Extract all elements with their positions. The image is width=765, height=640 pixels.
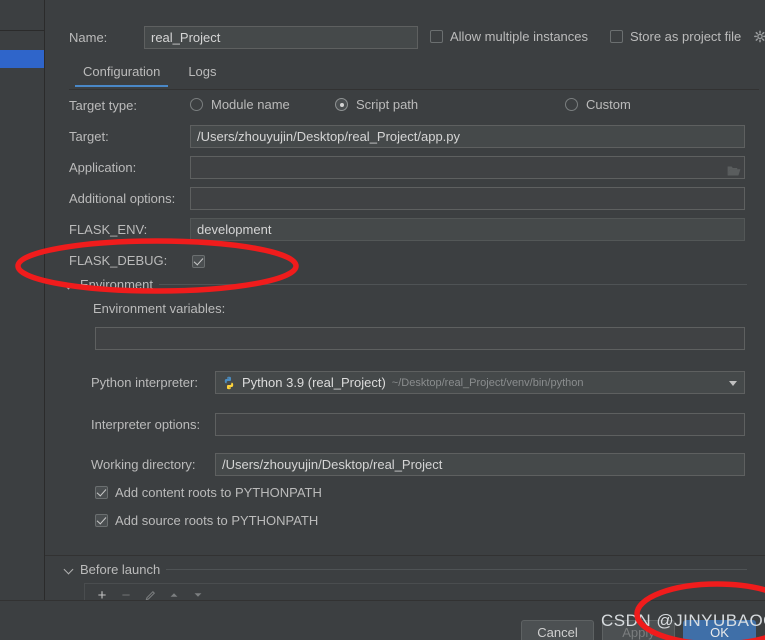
apply-button: Apply: [602, 620, 675, 640]
environment-section-title: Environment: [80, 276, 153, 292]
section-rule: [158, 283, 747, 285]
target-type-label: Target type:: [69, 98, 137, 113]
additional-options-row: Additional options:: [45, 187, 765, 211]
flask-env-row: FLASK_ENV: development: [45, 218, 765, 242]
application-row: Application:: [45, 156, 765, 180]
section-rule: [166, 568, 747, 570]
python-interpreter-label: Python interpreter:: [91, 375, 198, 390]
working-directory-row: Working directory: /Users/zhouyujin/Desk…: [45, 453, 765, 477]
store-as-project-file-label: Store as project file: [630, 29, 742, 44]
chevron-down-icon[interactable]: [65, 280, 74, 289]
radio-custom[interactable]: Custom: [565, 97, 631, 112]
python-interpreter-path-hint: ~/Desktop/real_Project/venv/bin/python: [391, 376, 584, 389]
chevron-down-icon[interactable]: [65, 565, 74, 574]
flask-debug-row: FLASK_DEBUG:: [45, 249, 765, 273]
additional-options-input[interactable]: [190, 187, 745, 210]
working-directory-input[interactable]: /Users/zhouyujin/Desktop/real_Project: [215, 453, 745, 476]
target-row: Target: /Users/zhouyujin/Desktop/real_Pr…: [45, 125, 765, 176]
add-source-roots-row[interactable]: Add source roots to PYTHONPATH: [95, 513, 318, 528]
flask-debug-checkbox[interactable]: [192, 255, 205, 268]
environment-variables-row: [45, 327, 765, 351]
add-content-roots-checkbox[interactable]: [95, 486, 108, 499]
environment-variables-input[interactable]: [95, 327, 745, 350]
allow-multiple-instances-label: Allow multiple instances: [450, 29, 589, 44]
python-interpreter-combo[interactable]: Python 3.9 (real_Project) ~/Desktop/real…: [215, 371, 745, 394]
working-directory-label: Working directory:: [91, 457, 196, 472]
python-icon: [222, 376, 236, 390]
tab-configuration[interactable]: Configuration: [69, 61, 174, 87]
dialog-button-bar: Cancel Apply OK: [0, 600, 765, 640]
radio-module-name-indicator[interactable]: [190, 98, 203, 111]
target-type-row: Target type: Module name Script path Cus…: [45, 94, 765, 118]
radio-custom-label: Custom: [586, 97, 631, 112]
radio-script-path[interactable]: Script path: [335, 97, 418, 112]
dialog-body: Name: Allow multiple instances Store as …: [45, 0, 765, 600]
additional-options-label: Additional options:: [69, 191, 176, 206]
before-launch-section-header[interactable]: Before launch: [45, 561, 765, 577]
application-input[interactable]: [190, 156, 745, 179]
python-interpreter-row: Python interpreter: Python 3.9 (real_Pro…: [45, 371, 765, 395]
python-interpreter-value: Python 3.9 (real_Project): [242, 375, 386, 390]
configuration-form: Target type: Module name Script path Cus…: [45, 90, 765, 556]
chevron-down-icon[interactable]: [729, 381, 737, 386]
radio-custom-indicator[interactable]: [565, 98, 578, 111]
before-launch-title: Before launch: [80, 561, 161, 577]
name-label: Name:: [69, 30, 108, 45]
add-source-roots-checkbox[interactable]: [95, 514, 108, 527]
flask-debug-label: FLASK_DEBUG:: [69, 253, 168, 268]
interpreter-options-row: Interpreter options:: [45, 413, 765, 437]
name-input[interactable]: [144, 26, 418, 49]
add-content-roots-row[interactable]: Add content roots to PYTHONPATH: [95, 485, 322, 500]
run-debug-configurations-dialog: Name: Allow multiple instances Store as …: [0, 0, 765, 640]
radio-script-path-label: Script path: [356, 97, 419, 112]
radio-module-name-label: Module name: [211, 97, 290, 112]
ok-button[interactable]: OK: [683, 620, 756, 640]
target-input[interactable]: /Users/zhouyujin/Desktop/real_Project/ap…: [190, 125, 745, 148]
application-label: Application:: [69, 160, 137, 175]
radio-module-name[interactable]: Module name: [190, 97, 290, 112]
environment-variables-label-row: Environment variables:: [45, 297, 765, 321]
cancel-button[interactable]: Cancel: [521, 620, 594, 640]
store-as-project-file-checkbox-row[interactable]: Store as project file: [610, 29, 765, 44]
target-label: Target:: [69, 129, 109, 144]
environment-section-header[interactable]: Environment: [45, 276, 765, 292]
environment-variables-label: Environment variables:: [93, 301, 226, 316]
configurations-sidebar[interactable]: [0, 0, 45, 600]
sidebar-item-selected[interactable]: [0, 50, 44, 68]
interpreter-options-input[interactable]: [215, 413, 745, 436]
add-content-roots-label: Add content roots to PYTHONPATH: [115, 485, 322, 500]
add-source-roots-label: Add source roots to PYTHONPATH: [115, 513, 319, 528]
gear-icon[interactable]: [753, 29, 765, 44]
store-as-project-file-checkbox[interactable]: [610, 30, 623, 43]
tab-logs[interactable]: Logs: [174, 61, 230, 87]
radio-script-path-indicator[interactable]: [335, 98, 348, 111]
flask-env-label: FLASK_ENV:: [69, 222, 148, 237]
allow-multiple-instances-checkbox[interactable]: [430, 30, 443, 43]
tab-bar[interactable]: Configuration Logs: [69, 61, 759, 89]
sidebar-divider: [0, 30, 45, 31]
interpreter-options-label: Interpreter options:: [91, 417, 201, 432]
allow-multiple-instances-checkbox-row[interactable]: Allow multiple instances: [430, 29, 588, 44]
flask-env-input[interactable]: development: [190, 218, 745, 241]
